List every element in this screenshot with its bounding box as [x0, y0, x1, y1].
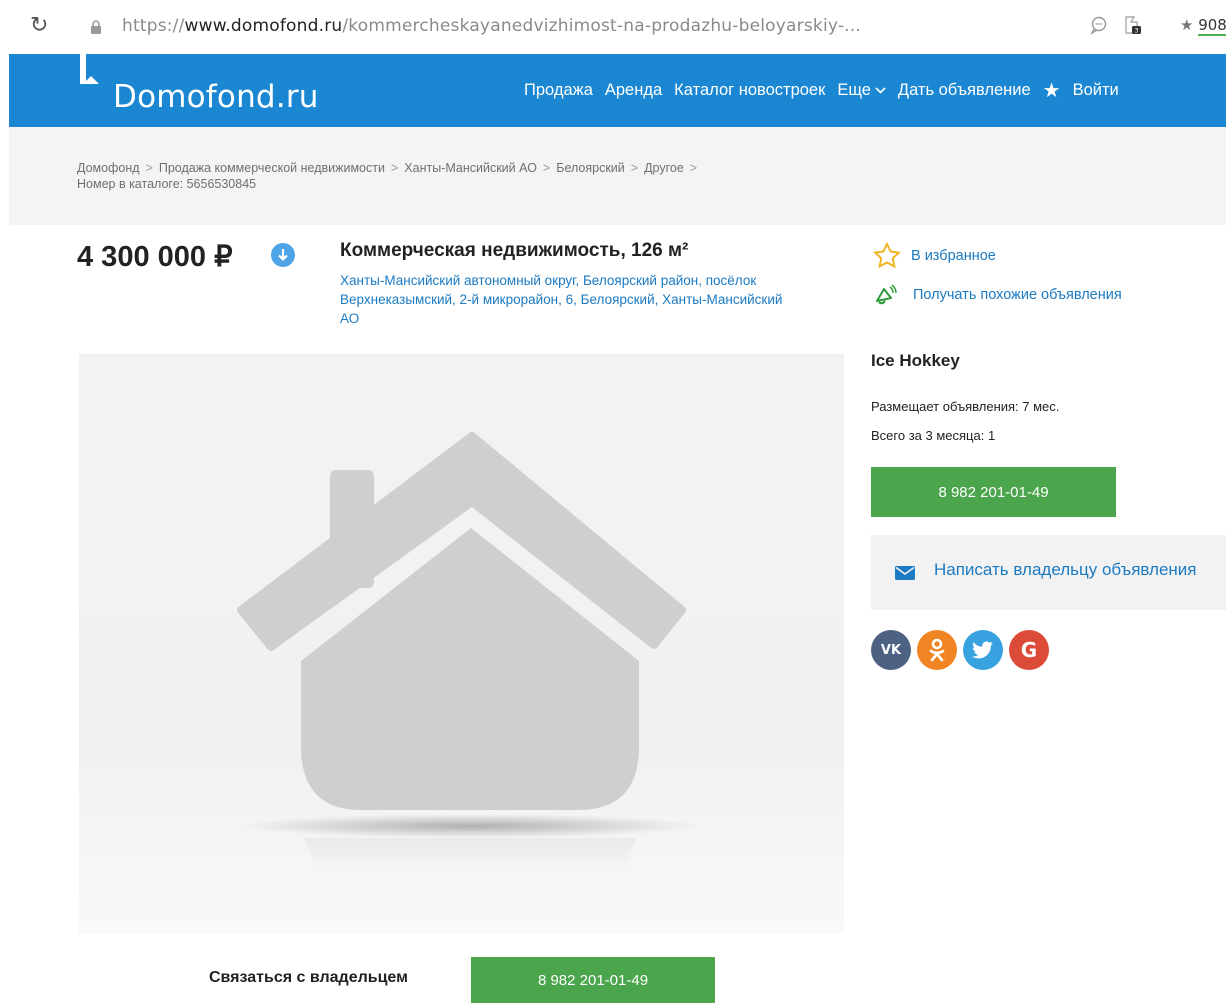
breadcrumb-band: Домофонд > Продажа коммерческой недвижимос…: [9, 127, 1226, 225]
catalog-number: Номер в каталоге: 5656530845: [77, 177, 257, 191]
breadcrumb-separator: >: [145, 161, 153, 175]
star-outline-icon: [873, 242, 901, 269]
add-to-favorites[interactable]: В избранное: [873, 242, 996, 269]
breadcrumb-separator: >: [542, 161, 551, 175]
envelope-icon: [895, 566, 915, 580]
listing-title: Коммерческая недвижимость, 126 м²: [340, 240, 689, 261]
nav-post-ad[interactable]: Дать объявление: [898, 81, 1031, 100]
svg-text:3: 3: [1135, 28, 1139, 35]
listing-photo-placeholder[interactable]: [79, 354, 844, 934]
twitter-bird-glyph: [972, 641, 993, 659]
breadcrumb-item-commercial-sale[interactable]: Продажа коммерческой недвижимости: [159, 161, 385, 175]
listing-address[interactable]: Ханты-Мансийский автономный округ, Белоя…: [340, 271, 800, 328]
breadcrumb-item-region[interactable]: Ханты-Мансийский АО: [404, 161, 537, 175]
odnoklassniki-glyph: [929, 638, 945, 662]
logo-text: Domofond.ru: [113, 78, 319, 115]
site-header: Domofond.ru Продажа Аренда Каталог новос…: [9, 54, 1226, 127]
favorite-label: В избранное: [911, 247, 996, 264]
breadcrumb: Домофонд > Продажа коммерческой недвижимос…: [77, 160, 703, 192]
phone-button[interactable]: 8 982 201-01-49: [871, 467, 1116, 517]
write-owner-label: Написать владельцу объявления: [934, 560, 1197, 579]
seller-posting-duration: Размещает объявления: 7 мес.: [871, 399, 1060, 414]
nav-sale[interactable]: Продажа: [524, 81, 593, 100]
write-owner-button[interactable]: Написать владельцу объявления: [871, 535, 1226, 610]
twitter-share-icon[interactable]: [963, 630, 1003, 670]
breadcrumb-separator: >: [689, 161, 698, 175]
nav-rent[interactable]: Аренда: [605, 81, 662, 100]
site-logo[interactable]: Domofond.ru: [77, 54, 319, 127]
listing-price: 4 300 000 ₽: [77, 241, 233, 273]
seller-listings-count: Всего за 3 месяца: 1: [871, 428, 996, 443]
url-scheme: https://: [122, 16, 185, 36]
breadcrumb-separator: >: [630, 161, 639, 175]
vk-share-icon[interactable]: VK: [871, 630, 911, 670]
breadcrumb-item-home[interactable]: Домофонд: [77, 161, 140, 175]
contact-owner-label: Связаться с владельцем: [209, 969, 408, 986]
url-domain: www.domofond.ru: [184, 16, 343, 36]
nav-more-dropdown[interactable]: Еще: [837, 81, 886, 100]
similar-label: Получать похожие объявления: [913, 287, 1122, 303]
breadcrumb-separator: >: [390, 161, 399, 175]
house-placeholder-icon: [237, 432, 700, 874]
main-nav: Продажа Аренда Каталог новостроек Еще Да…: [524, 78, 1131, 102]
reload-icon[interactable]: ↻: [30, 14, 48, 38]
url-path: /kommercheskayanedvizhimost-na-prodazhu-…: [342, 16, 861, 36]
subscribe-similar[interactable]: Получать похожие объявления: [873, 284, 1122, 306]
chevron-down-icon: [875, 86, 886, 94]
google-share-icon[interactable]: G: [1009, 630, 1049, 670]
logo-flag-icon: [80, 54, 99, 84]
odnoklassniki-share-icon[interactable]: [917, 630, 957, 670]
address-bar[interactable]: https://www.domofond.ru/kommercheskayane…: [122, 16, 861, 36]
share-buttons: VK G: [871, 630, 1049, 670]
chat-icon[interactable]: [1088, 14, 1110, 36]
phone-button-bottom[interactable]: 8 982 201-01-49: [471, 957, 715, 1003]
bell-icon: [876, 284, 897, 305]
lock-icon: [91, 20, 101, 34]
breadcrumb-item-type[interactable]: Другое: [644, 161, 684, 175]
nav-login[interactable]: Войти: [1073, 81, 1119, 100]
seller-name[interactable]: Ice Hokkey: [871, 351, 960, 371]
price-history-icon[interactable]: [270, 242, 296, 268]
nav-new-buildings-catalog[interactable]: Каталог новостроек: [674, 81, 825, 100]
rating-extension[interactable]: ★ 908: [1180, 16, 1226, 36]
favorites-star-icon[interactable]: ★: [1043, 78, 1061, 102]
nav-more-label: Еще: [837, 80, 871, 99]
extension-icon[interactable]: 3: [1122, 14, 1144, 36]
browser-toolbar: ↻ https://www.domofond.ru/kommercheskaya…: [0, 0, 1226, 54]
breadcrumb-item-city[interactable]: Белоярский: [556, 161, 625, 175]
